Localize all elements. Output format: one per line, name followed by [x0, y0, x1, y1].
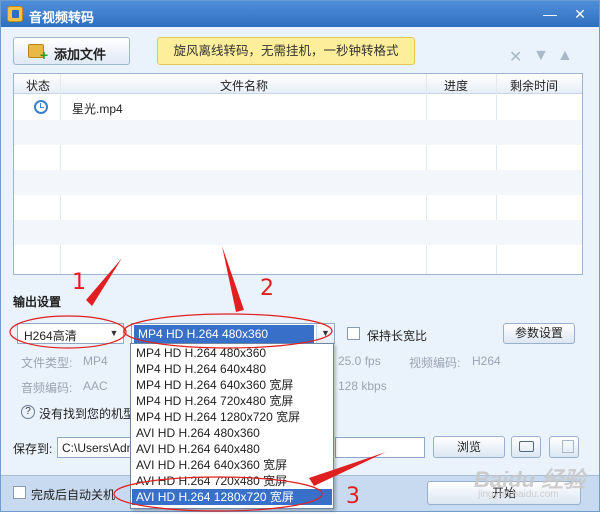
clock-icon — [34, 100, 48, 114]
format-option[interactable]: MP4 HD H.264 1280x720 宽屏 — [132, 409, 332, 425]
help-link[interactable]: 没有找到您的机型 — [39, 405, 135, 422]
annotation-number-3: 3 — [346, 484, 360, 509]
add-folder-icon — [28, 44, 48, 63]
table-row-empty — [14, 120, 582, 145]
format-option[interactable]: MP4 HD H.264 640x480 — [132, 361, 332, 377]
format-option[interactable]: MP4 HD H.264 720x480 宽屏 — [132, 393, 332, 409]
annotation-number-1: 1 — [72, 270, 86, 295]
chevron-down-icon: ▼ — [316, 324, 334, 343]
save-path-input[interactable]: C:\Users\Adm — [57, 437, 139, 458]
format-option-selected[interactable]: AVI HD H.264 1280x720 宽屏 — [132, 489, 332, 505]
table-header: 状态 文件名称 进度 剩余时间 — [14, 74, 582, 94]
format-value: MP4 HD H.264 480x360 — [134, 325, 314, 343]
audio-codec-label: 音频编码: — [21, 381, 73, 395]
format-option[interactable]: AVI HD H.264 480x360 — [132, 425, 332, 441]
table-row-empty — [14, 170, 582, 195]
format-option[interactable]: MP4 HD H.264 640x360 宽屏 — [132, 377, 332, 393]
table-row[interactable]: 星光.mp4 — [14, 95, 582, 120]
converter-window: 音视频转码 — ✕ 添加文件 旋风离线转码，无需挂机，一秒钟转格式 ✕ ▼ ▲ … — [0, 0, 600, 512]
browse-button[interactable]: 浏览 — [433, 436, 505, 458]
col-progress: 进度 — [444, 79, 469, 93]
col-status: 状态 — [26, 79, 51, 93]
close-icon[interactable]: ✕ — [567, 4, 593, 24]
baidu-watermark-url: jingyan.baidu.com — [478, 489, 559, 500]
format-select[interactable]: MP4 HD H.264 480x360 ▼ — [131, 323, 335, 344]
col-remaining: 剩余时间 — [510, 79, 559, 93]
save-to-label: 保存到: — [13, 442, 53, 456]
move-down-icon[interactable]: ▼ — [533, 47, 549, 65]
file-name: 星光.mp4 — [72, 102, 123, 116]
output-settings-title: 输出设置 — [13, 295, 62, 309]
audio-codec-value: AAC — [83, 379, 108, 393]
add-file-button[interactable]: 添加文件 — [13, 37, 130, 65]
fps-value: 25.0 fps — [338, 354, 381, 368]
auto-shutdown-label: 完成后自动关机 — [31, 488, 116, 502]
table-row-empty — [14, 145, 582, 170]
format-dropdown-list: MP4 HD H.264 480x360 MP4 HD H.264 640x48… — [130, 343, 334, 509]
keep-ratio-label: 保持长宽比 — [367, 329, 428, 343]
move-up-icon[interactable]: ▲ — [557, 47, 573, 65]
folder-icon — [519, 441, 534, 452]
help-icon[interactable]: ? — [21, 405, 35, 419]
table-row-empty — [14, 220, 582, 245]
title-bar: 音视频转码 — ✕ — [1, 1, 599, 27]
delete-icon[interactable]: ✕ — [509, 47, 522, 67]
file-type-label: 文件类型: — [21, 356, 73, 370]
toolbar: 添加文件 旋风离线转码，无需挂机，一秒钟转格式 ✕ ▼ ▲ — [1, 27, 599, 71]
save-path-input-tail[interactable] — [335, 437, 425, 458]
promo-banner[interactable]: 旋风离线转码，无需挂机，一秒钟转格式 — [157, 37, 415, 65]
window-title: 音视频转码 — [29, 10, 95, 25]
video-codec-value: H264 — [472, 354, 501, 368]
annotation-number-2: 2 — [260, 276, 274, 301]
preset-select[interactable]: H264高清 ▼ — [17, 323, 124, 344]
file-type-value: MP4 — [83, 354, 108, 368]
table-row-empty — [14, 245, 582, 270]
add-file-label: 添加文件 — [54, 47, 107, 62]
settings-button[interactable]: 参数设置 — [503, 323, 575, 344]
bitrate-value: 128 kbps — [338, 379, 387, 393]
chevron-down-icon: ▼ — [109, 328, 119, 338]
file-table: 状态 文件名称 进度 剩余时间 星光.mp4 — [13, 73, 583, 275]
table-row-empty — [14, 195, 582, 220]
preset-value: H264高清 — [24, 329, 77, 343]
auto-shutdown-checkbox[interactable] — [13, 486, 26, 499]
format-option[interactable]: AVI HD H.264 720x480 宽屏 — [132, 473, 332, 489]
col-filename: 文件名称 — [220, 79, 269, 93]
export-icon — [562, 440, 574, 453]
video-codec-label: 视频编码: — [409, 356, 461, 370]
keep-ratio-checkbox[interactable] — [347, 327, 360, 340]
app-icon — [7, 6, 23, 22]
format-option[interactable]: MP4 HD H.264 480x360 — [132, 345, 332, 361]
format-option[interactable]: AVI HD H.264 640x480 — [132, 441, 332, 457]
minimize-icon[interactable]: — — [537, 4, 563, 24]
format-option[interactable]: AVI HD H.264 640x360 宽屏 — [132, 457, 332, 473]
